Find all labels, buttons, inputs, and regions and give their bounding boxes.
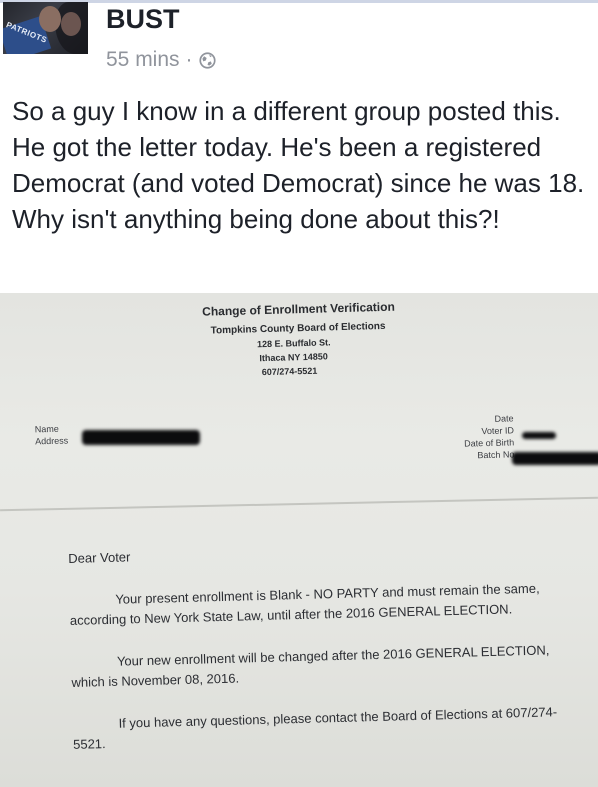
post-timestamp[interactable]: 55 mins [106,48,180,72]
letter-paragraph-1: Your present enrollment is Blank - NO PA… [69,580,540,628]
avatar[interactable]: PATRIOTS [3,2,88,54]
field-batch-label: Batch No [477,449,515,461]
letter-phone: 607/274-5521 [261,365,318,378]
meta-separator: · [185,48,193,71]
letter-paragraph-2: Your new enrollment will be changed afte… [71,642,550,690]
voter-fields: Date Voter ID Date of Birth Batch No [463,412,515,461]
field-address-label: Address [35,435,69,447]
redacted-voter-id [522,432,556,439]
letter-title: Change of Enrollment Verification [201,299,395,319]
globe-icon[interactable] [198,51,216,69]
letter-salutation: Dear Voter [68,549,131,566]
avatar-face-2 [61,12,81,36]
recipient-fields: Name Address [35,423,69,448]
post-meta: 55 mins · [106,48,216,72]
letter-paragraph-3: If you have any questions, please contac… [72,704,558,752]
letter-header: Change of Enrollment Verification Tompki… [190,300,397,381]
field-name-label: Name [34,423,59,435]
letter-body: Dear Voter Your present enrollment is Bl… [68,536,564,777]
redacted-address [82,430,200,445]
post-text: So a guy I know in a different group pos… [12,96,585,234]
letter-photo[interactable]: Change of Enrollment Verification Tompki… [0,293,598,787]
top-border [0,0,598,3]
avatar-face [39,6,61,32]
paper-fold [0,496,598,512]
author-name[interactable]: BUST [106,4,180,35]
redacted-batch-no [512,452,598,465]
